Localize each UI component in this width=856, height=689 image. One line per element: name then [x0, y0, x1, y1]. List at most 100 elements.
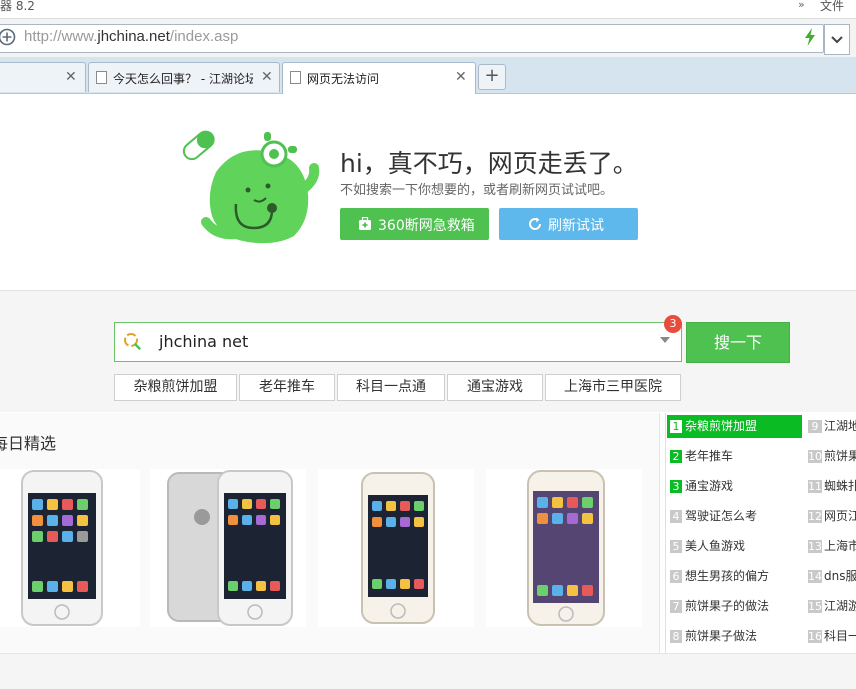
rank-text: 网页江 [824, 509, 856, 523]
rank-text: 上海市 [824, 539, 856, 553]
rank-text: 江湖地 [824, 419, 856, 433]
rank-number: 14 [808, 570, 822, 583]
hot-tag-1[interactable]: 杂粮煎饼加盟 [114, 374, 237, 401]
rank-text: 煎饼果子做法 [685, 629, 758, 643]
doctor-mascot-icon [182, 130, 320, 244]
product-card[interactable] [0, 469, 140, 627]
rank-number: 11 [808, 480, 822, 493]
rank-number: 2 [670, 450, 682, 463]
rank-number: 13 [808, 540, 822, 553]
rank-item[interactable]: 1 杂粮煎饼加盟 [667, 415, 802, 438]
lightning-icon[interactable] [803, 28, 817, 46]
product-card[interactable] [486, 469, 642, 627]
rank-item[interactable]: 11 蜘蛛扑 [807, 475, 856, 498]
rank-text: 驾驶证怎么考 [685, 509, 758, 523]
close-tab-icon[interactable]: ✕ [261, 69, 273, 85]
rank-text: 杂粮煎饼加盟 [685, 419, 758, 433]
rank-text: 科目一 [824, 629, 856, 643]
rank-item[interactable]: 14 dns服 [807, 565, 856, 588]
close-tab-icon[interactable]: ✕ [65, 69, 77, 85]
tab-bar: ✕ 今天怎么回事？ - 江湖论坛 ✕ 网页无法访问 ✕ [0, 57, 856, 94]
search-query[interactable]: jhchina net [159, 332, 248, 351]
url-path: /index.asp [169, 28, 239, 45]
rank-number: 1 [670, 420, 682, 433]
network-rescue-button[interactable]: 360断网急救箱 [340, 208, 489, 240]
rank-item[interactable]: 10 煎饼果 [807, 445, 856, 468]
hot-tag-3[interactable]: 科目一点通 [337, 374, 445, 401]
rank-text: 美人鱼游戏 [685, 539, 746, 553]
first-aid-kit-icon [359, 217, 371, 230]
rank-item[interactable]: 7 煎饼果子的做法 [667, 595, 802, 618]
refresh-button[interactable]: 刷新试试 [499, 208, 638, 240]
rank-text: 煎饼果子的做法 [685, 599, 770, 613]
hot-tag-5[interactable]: 上海市三甲医院 [545, 374, 681, 401]
search-history-dropdown-icon[interactable] [660, 337, 670, 343]
iphone-image [361, 472, 435, 624]
rank-item[interactable]: 4 驾驶证怎么考 [667, 505, 802, 528]
shield-icon[interactable] [0, 28, 16, 46]
iphone-image [167, 470, 293, 626]
rank-item[interactable]: 5 美人鱼游戏 [667, 535, 802, 558]
rank-item[interactable]: 13 上海市 [807, 535, 856, 558]
rank-item[interactable]: 12 网页江 [807, 505, 856, 528]
url-text[interactable]: http://www.jhchina.net/index.asp [24, 28, 238, 45]
rank-number: 10 [808, 450, 822, 463]
rank-number: 6 [670, 570, 682, 583]
refresh-label: 刷新试试 [548, 218, 604, 234]
tab-label: 网页无法访问 [307, 72, 380, 86]
rank-item[interactable]: 8 煎饼果子做法 [667, 625, 802, 648]
window-title-bar: 器 8.2 » 文件 [0, 0, 856, 19]
more-menu-icon[interactable]: » [798, 0, 805, 11]
page-icon [290, 71, 301, 84]
search-button[interactable]: 搜一下 [686, 322, 790, 363]
tab-jianghu-forum[interactable]: 今天怎么回事？ - 江湖论坛 ✕ [88, 62, 280, 92]
rank-number: 8 [670, 630, 682, 643]
close-tab-icon[interactable]: ✕ [455, 69, 467, 85]
rank-text: 老年推车 [685, 449, 734, 463]
rank-item[interactable]: 3 通宝游戏 [667, 475, 802, 498]
rank-number: 9 [808, 420, 822, 433]
error-subtitle: 不如搜索一下你想要的，或者刷新网页试试吧。 [340, 183, 614, 198]
file-menu[interactable]: 文件 [820, 0, 844, 14]
url-host: jhchina.net [97, 28, 170, 45]
360-search-icon [124, 333, 141, 350]
rank-number: 12 [808, 510, 822, 523]
hot-tag-4[interactable]: 通宝游戏 [447, 374, 543, 401]
rank-text: 想生男孩的偏方 [685, 569, 770, 583]
rank-item[interactable]: 6 想生男孩的偏方 [667, 565, 802, 588]
refresh-icon [529, 217, 542, 230]
url-scheme: http://www. [24, 28, 98, 45]
hot-tag-2[interactable]: 老年推车 [239, 374, 335, 401]
rank-item[interactable]: 16 科目一 [807, 625, 856, 648]
iphone-image [527, 470, 605, 626]
rank-text: dns服 [824, 569, 856, 583]
window-title: 器 8.2 [0, 0, 35, 13]
rank-number: 4 [670, 510, 682, 523]
product-card[interactable] [150, 469, 306, 627]
rank-item[interactable]: 2 老年推车 [667, 445, 802, 468]
iphone-image [21, 470, 103, 626]
rank-number: 15 [808, 600, 822, 613]
new-tab-button[interactable]: + [478, 64, 506, 90]
tab-page-unreachable[interactable]: 网页无法访问 ✕ [282, 62, 476, 94]
rank-item[interactable]: 15 江湖游 [807, 595, 856, 618]
rank-text: 通宝游戏 [685, 479, 734, 493]
tab-label: 今天怎么回事？ - 江湖论坛 [113, 72, 253, 86]
chevron-down-icon [831, 36, 843, 44]
rank-number: 7 [670, 600, 682, 613]
page-icon [96, 71, 107, 84]
address-bar: http://www.jhchina.net/index.asp [0, 19, 856, 57]
tab-previous[interactable]: ✕ [0, 62, 86, 92]
history-count-badge: 3 [664, 315, 682, 333]
rank-item[interactable]: 9 江湖地 [807, 415, 856, 438]
rank-number: 16 [808, 630, 822, 643]
rank-number: 3 [670, 480, 682, 493]
url-dropdown-button[interactable] [824, 24, 850, 55]
footer-strip [0, 653, 856, 689]
daily-picks-title: 每日精选 [0, 434, 57, 453]
rank-number: 5 [670, 540, 682, 553]
network-rescue-label: 360断网急救箱 [378, 218, 475, 234]
rank-text: 蜘蛛扑 [824, 479, 856, 493]
rank-text: 煎饼果 [824, 449, 856, 463]
product-card[interactable] [318, 469, 474, 627]
